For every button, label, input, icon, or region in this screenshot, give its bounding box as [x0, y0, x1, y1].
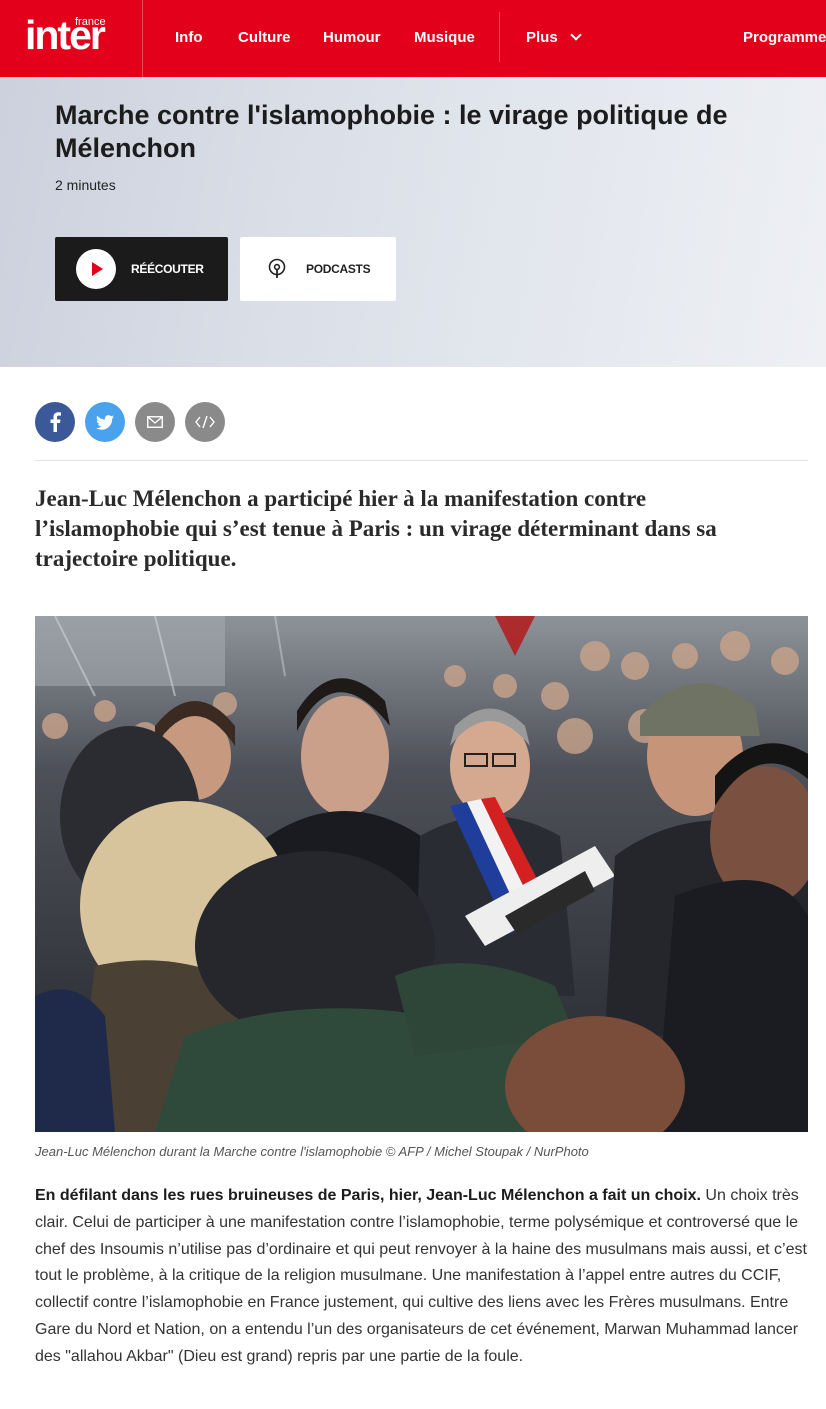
podcasts-label: PODCASTS: [306, 262, 371, 276]
chevron-down-icon: [570, 29, 582, 41]
top-navigation: france inter Info Culture Humour Musique…: [0, 0, 826, 77]
page-title: Marche contre l'islamophobie : le virage…: [55, 100, 728, 163]
article-photo[interactable]: [35, 616, 808, 1132]
nav-plus-label: Plus: [526, 29, 558, 46]
podcast-icon: [268, 258, 286, 278]
crowd-photo-illustration: [35, 616, 808, 1132]
nav-item-programmes[interactable]: Programmes: [743, 29, 826, 46]
article-lead: Jean-Luc Mélenchon a participé hier à la…: [35, 486, 717, 571]
audio-duration: 2 minutes: [55, 177, 116, 193]
nav-item-musique[interactable]: Musique: [414, 29, 475, 46]
nav-divider: [499, 12, 500, 62]
share-email-button[interactable]: [135, 402, 175, 442]
article-body-rest: Un choix très clair. Celui de participer…: [35, 1187, 807, 1365]
article-body: En défilant dans les rues bruineuses de …: [35, 1183, 807, 1371]
email-icon: [147, 416, 163, 428]
france-inter-logo[interactable]: france inter: [0, 0, 143, 77]
share-embed-button[interactable]: [185, 402, 225, 442]
facebook-icon: [50, 412, 61, 432]
share-bar: [35, 402, 225, 442]
play-icon: [76, 249, 116, 289]
article-body-intro: En défilant dans les rues bruineuses de …: [35, 1187, 701, 1204]
share-divider: [35, 460, 808, 461]
share-twitter-button[interactable]: [85, 402, 125, 442]
twitter-icon: [96, 414, 114, 430]
photo-caption: Jean-Luc Mélenchon durant la Marche cont…: [35, 1144, 589, 1159]
share-facebook-button[interactable]: [35, 402, 75, 442]
nav-item-culture[interactable]: Culture: [238, 29, 291, 46]
embed-icon: [195, 415, 215, 429]
podcasts-button[interactable]: PODCASTS: [240, 237, 396, 301]
listen-again-label: RÉÉCOUTER: [131, 262, 204, 276]
logo-big-text: inter: [25, 12, 106, 58]
nav-item-info[interactable]: Info: [175, 29, 203, 46]
listen-again-button[interactable]: RÉÉCOUTER: [55, 237, 228, 301]
nav-item-plus[interactable]: Plus: [526, 29, 582, 46]
nav-item-humour[interactable]: Humour: [323, 29, 381, 46]
